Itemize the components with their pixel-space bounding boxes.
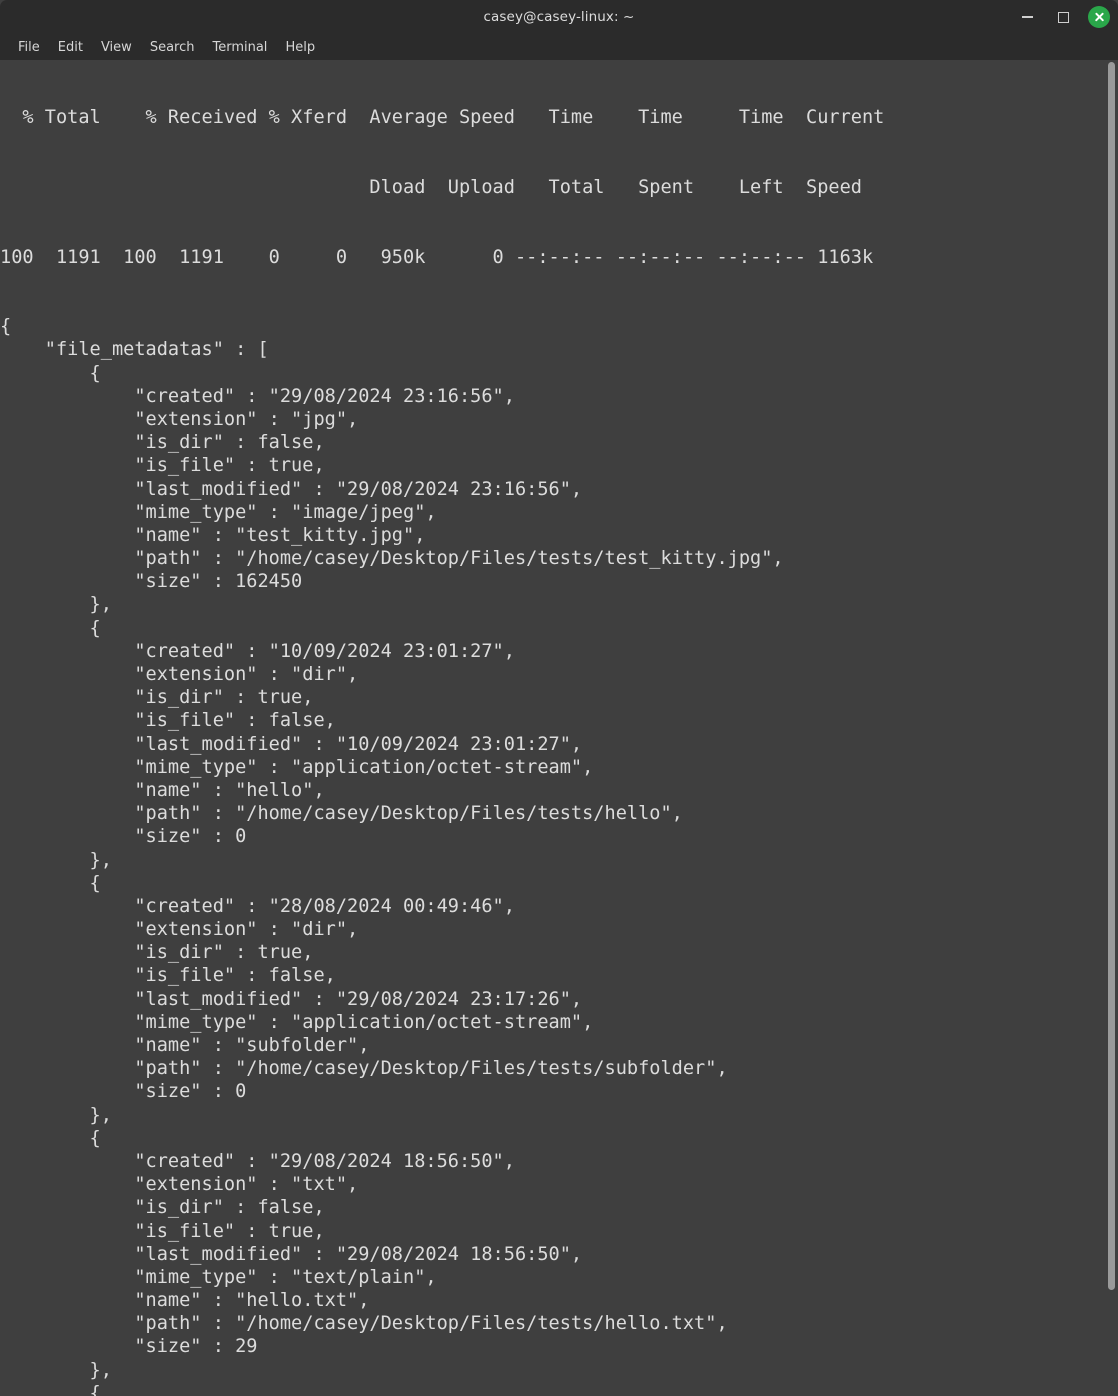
terminal-line: "name" : "subfolder", [0,1035,370,1056]
terminal-line: "is_file" : false, [0,965,336,987]
minimize-icon [1021,16,1033,18]
terminal-line: "created" : "28/08/2024 00:49:46", [0,895,515,917]
terminal-line: "is_file" : false, [0,710,336,732]
terminal-line: "extension" : "dir", [0,664,359,685]
menu-item-file[interactable]: File [9,38,49,57]
terminal-line: }, [0,849,112,871]
terminal-line: "path" : "/home/casey/Desktop/Files/test… [0,803,683,825]
maximize-icon [1057,11,1069,23]
terminal-line: "created" : "29/08/2024 23:16:56", [0,385,515,407]
terminal-line: "last_modified" : "29/08/2024 23:16:56", [0,478,583,500]
terminal-line: "last_modified" : "10/09/2024 23:01:27", [0,733,583,755]
menu-item-view[interactable]: View [92,38,141,57]
terminal-line: "is_file" : true, [0,455,325,477]
terminal-line: "extension" : "dir", [0,919,359,941]
terminal-line: "is_file" : true, [0,1220,325,1242]
terminal-line: "last_modified" : "29/08/2024 18:56:50", [0,1243,583,1265]
terminal-line: "extension" : "jpg", [0,408,359,430]
terminal-line: { [0,1382,101,1396]
terminal-line: "name" : "test_kitty.jpg", [0,524,426,546]
menu-item-terminal[interactable]: Terminal [203,38,276,57]
menu-item-search[interactable]: Search [141,38,204,57]
terminal-line: "is_dir" : true, [0,942,314,964]
curl-progress-header-1: % Total % Received % Xferd Average Speed… [0,107,885,129]
terminal-line: "file_metadatas" : [ [0,339,269,361]
json-output-block: { "file_metadatas" : [ { "created" : "29… [0,315,1118,1396]
curl-progress-data: 100 1191 100 1191 0 0 950k 0 --:--:-- --… [0,246,874,268]
terminal-line: "is_dir" : true, [0,687,314,709]
terminal-line: { [0,617,101,639]
terminal-line: "size" : 29 [0,1336,258,1358]
terminal-line: }, [0,1359,112,1381]
window-titlebar[interactable]: casey@casey-linux: ~ [0,0,1118,34]
terminal-line: "created" : "29/08/2024 18:56:50", [0,1150,515,1172]
terminal-scrollbar[interactable] [1104,60,1118,1396]
terminal-line: "extension" : "txt", [0,1174,359,1196]
terminal-line: "mime_type" : "application/octet-stream"… [0,1011,594,1033]
terminal-line: "path" : "/home/casey/Desktop/Files/test… [0,1058,728,1080]
window-controls [1016,0,1110,34]
terminal-line: "size" : 0 [0,826,247,848]
window-title: casey@casey-linux: ~ [483,9,635,25]
terminal-line: "name" : "hello.txt", [0,1290,370,1312]
terminal-line: "is_dir" : false, [0,1197,325,1219]
terminal-line: "size" : 162450 [0,571,303,593]
terminal-line: "mime_type" : "text/plain", [0,1266,437,1288]
close-button[interactable] [1088,6,1110,28]
terminal-line: "name" : "hello", [0,779,325,801]
terminal-viewport[interactable]: % Total % Received % Xferd Average Speed… [0,60,1118,1396]
menu-item-edit[interactable]: Edit [49,38,92,57]
terminal-line: "created" : "10/09/2024 23:01:27", [0,640,515,662]
curl-progress-header-2: Dload Upload Total Spent Left Speed [0,177,862,198]
terminal-output: % Total % Received % Xferd Average Speed… [0,60,1118,1396]
terminal-line: { [0,362,101,384]
terminal-line: "mime_type" : "application/octet-stream"… [0,756,594,778]
terminal-line: }, [0,1104,112,1126]
terminal-line: "last_modified" : "29/08/2024 23:17:26", [0,988,583,1010]
menu-bar: File Edit View Search Terminal Help [0,34,1118,60]
terminal-line: { [0,872,101,894]
terminal-line: "path" : "/home/casey/Desktop/Files/test… [0,548,784,570]
terminal-line: "mime_type" : "image/jpeg", [0,501,437,523]
menu-item-help[interactable]: Help [276,38,324,57]
terminal-line: "is_dir" : false, [0,432,325,454]
maximize-button[interactable] [1052,6,1074,28]
minimize-button[interactable] [1016,6,1038,28]
terminal-line: }, [0,594,112,616]
terminal-window: casey@casey-linux: ~ File Edit View Sear… [0,0,1118,1396]
terminal-line: { [0,1127,101,1149]
close-icon [1088,6,1110,28]
terminal-line: { [0,316,12,338]
terminal-scrollbar-thumb[interactable] [1108,62,1115,1290]
terminal-line: "size" : 0 [0,1081,247,1103]
terminal-line: "path" : "/home/casey/Desktop/Files/test… [0,1313,728,1335]
